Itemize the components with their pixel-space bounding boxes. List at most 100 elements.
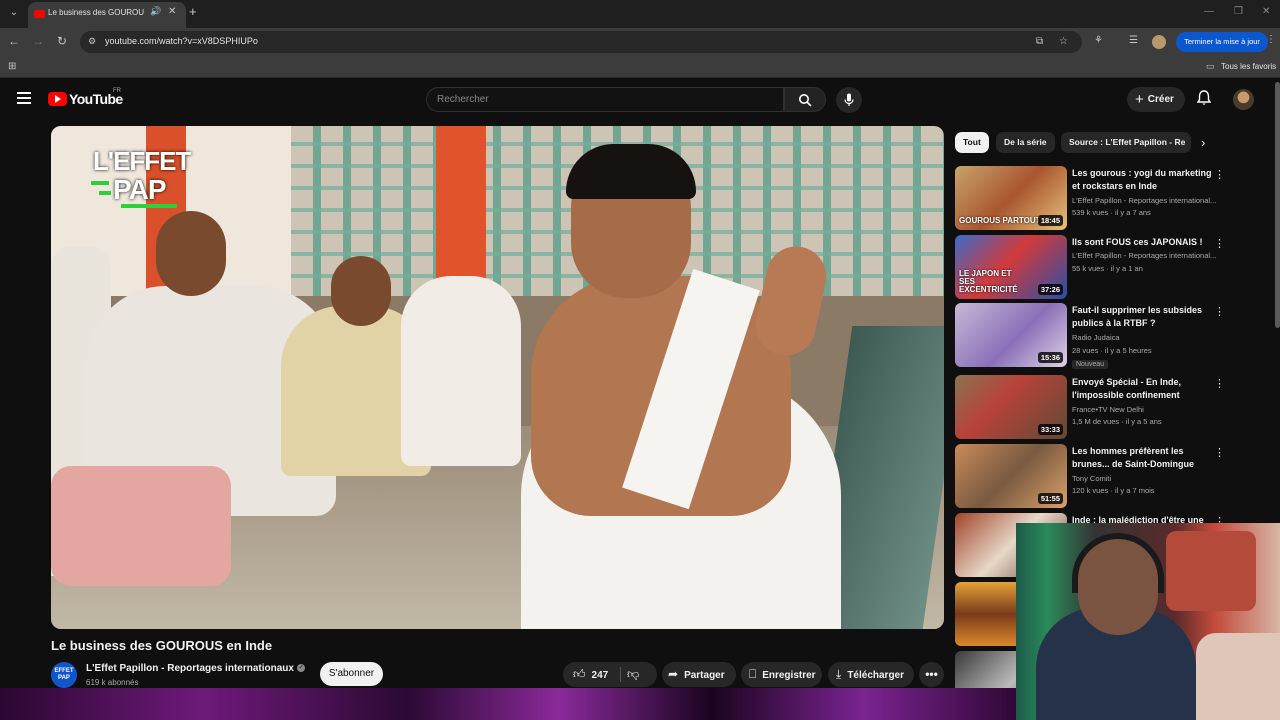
more-options-icon[interactable]: ⋮ [1214,446,1225,459]
like-button[interactable]: 👍︎ 247 [573,662,608,688]
install-app-icon[interactable]: ⧉ [1036,36,1043,47]
plus-icon: + [1135,91,1144,108]
webcam-overlay [1016,523,1280,720]
address-bar[interactable]: ⚙ youtube.com/watch?v=xV8DSPHIUPo ⧉ ☆ [80,31,1082,53]
duration-badge: 18:45 [1037,215,1063,226]
recommendation-title[interactable]: Les hommes préfèrent les brunes... de Sa… [1072,445,1212,471]
more-options-icon[interactable]: ⋮ [1214,377,1225,390]
reload-icon[interactable]: ↻ [54,34,70,48]
browser-tab[interactable]: Le business des GOUROUS 🔊 ✕ [28,2,186,28]
student-face [156,211,226,296]
recommendation-title[interactable]: Les gourous : yogi du marketing et rocks… [1072,167,1212,193]
channel-name[interactable]: L'Effet Papillon - Reportages internatio… [86,663,294,674]
forward-icon[interactable]: → [30,34,46,48]
thumbs-down-icon[interactable]: 👎︎ [627,662,639,687]
apps-grid-icon[interactable]: ⊞ [8,61,16,72]
notifications-bell-icon[interactable] [1196,90,1212,109]
url-text[interactable]: youtube.com/watch?v=xV8DSPHIUPo [105,36,258,46]
divider [620,667,621,682]
recommendation-meta: 539 k vues · il y a 7 ans [1072,208,1151,217]
bookmark-icon: ⎕ [749,667,757,681]
create-button[interactable]: + Créer [1127,87,1185,112]
search-input[interactable]: Rechercher [426,87,784,112]
download-icon: ⤓ [836,667,842,681]
recommendation-item[interactable]: LE JAPON ET SES EXCENTRICITÉ 37:26 Ils s… [955,235,1235,299]
youtube-favicon-icon [34,10,45,18]
save-button[interactable]: ⎕ Enregistrer [741,662,822,687]
download-button[interactable]: ⤓ Télécharger [828,662,914,687]
update-button[interactable]: Terminer la mise à jour [1176,32,1268,52]
more-options-icon[interactable]: ⋮ [1214,305,1225,318]
video-player[interactable]: L'EFFET PAP [51,126,944,629]
browser-menu-icon[interactable]: ⋮ [1266,34,1276,45]
reading-list-icon[interactable]: ☰ [1129,35,1138,46]
video-thumbnail[interactable]: 15:36 [955,303,1067,367]
subscribe-button[interactable]: S'abonner [320,662,383,686]
duration-badge: 37:26 [1037,284,1063,295]
maximize-icon[interactable]: ❐ [1234,6,1243,17]
share-button[interactable]: ➦ Partager [662,662,736,687]
duration-badge: 51:55 [1037,493,1063,504]
recommendation-meta: 1,5 M de vues · il y a 5 ans [1072,417,1162,426]
recommendation-title[interactable]: Envoyé Spécial - En Inde, l'impossible c… [1072,376,1212,402]
menu-icon[interactable] [17,92,31,104]
new-badge: Nouveau [1072,360,1109,369]
all-bookmarks-link[interactable]: Tous les favoris [1221,62,1276,71]
recommendation-title[interactable]: Ils sont FOUS ces JAPONAIS ! [1072,236,1212,249]
bookmark-star-icon[interactable]: ☆ [1059,36,1068,47]
recommendation-channel[interactable]: Radio Judaica [1072,333,1224,342]
site-info-icon[interactable]: ⚙ [88,36,100,48]
watermark-bar [91,181,109,185]
channel-watermark: L'EFFET PAP [91,146,191,214]
chair [1196,633,1280,720]
guru-hair [566,144,696,199]
recommendation-channel[interactable]: L'Effet Papillon - Reportages internatio… [1072,251,1224,260]
minimize-icon[interactable]: — [1204,6,1214,17]
chip-all[interactable]: Tout [955,132,989,153]
recommendation-item[interactable]: 51:55 Les hommes préfèrent les brunes...… [955,444,1235,508]
speaker-icon[interactable]: 🔊 [150,6,161,17]
tab-close-icon[interactable]: ✕ [168,6,176,17]
like-dislike-group: 👍︎ 247 👎︎ [563,662,657,687]
video-thumbnail[interactable]: 51:55 [955,444,1067,508]
search-icon[interactable] [784,87,826,112]
video-thumbnail[interactable]: 33:33 [955,375,1067,439]
student-figure [401,276,521,466]
profile-avatar[interactable] [1152,35,1166,49]
student-face [331,256,391,326]
recommendation-channel[interactable]: France•TV New Delhi [1072,405,1224,414]
chip-series[interactable]: De la série [996,132,1055,153]
window-close-icon[interactable]: ✕ [1262,6,1270,17]
chevron-right-icon[interactable]: › [1201,135,1205,150]
video-thumbnail[interactable]: GOUROUS PARTOUT 18:45 [955,166,1067,230]
more-actions-icon[interactable]: ••• [919,662,944,687]
page-scrollbar[interactable] [1275,82,1280,328]
extensions-icon[interactable]: ⚘ [1094,35,1103,46]
more-options-icon[interactable]: ⋮ [1214,237,1225,250]
duration-badge: 15:36 [1037,352,1063,363]
verified-check-icon: ✓ [297,664,305,672]
recommendation-item[interactable]: 15:36 Faut-il supprimer les subsides pub… [955,303,1235,369]
recommendation-channel[interactable]: L'Effet Papillon - Reportages internatio… [1072,196,1224,205]
region-code: FR [113,88,121,94]
tab-search-icon[interactable]: ⌄ [6,5,22,21]
recommendation-item[interactable]: GOUROUS PARTOUT 18:45 Les gourous : yogi… [955,166,1235,230]
recommendation-title[interactable]: Faut-il supprimer les subsides publics à… [1072,304,1212,330]
bookmarks-bar: ⊞ ▭ Tous les favoris [0,56,1280,78]
new-tab-icon[interactable]: + [189,4,197,19]
video-thumbnail[interactable]: LE JAPON ET SES EXCENTRICITÉ 37:26 [955,235,1067,299]
duration-badge: 33:33 [1037,424,1063,435]
channel-avatar[interactable]: EFFET PAP [51,662,77,688]
browser-toolbar: ← → ↻ ⚙ youtube.com/watch?v=xV8DSPHIUPo … [0,28,1280,56]
more-options-icon[interactable]: ⋮ [1214,168,1225,181]
share-arrow-icon: ➦ [668,667,679,681]
microphone-icon[interactable] [836,87,862,113]
back-icon[interactable]: ← [6,34,22,48]
chip-source[interactable]: Source : L'Effet Papillon - Re [1061,132,1191,153]
recommendation-channel[interactable]: Tony Comiti [1072,474,1224,483]
user-avatar[interactable] [1233,89,1254,110]
video-title: Le business des GOUROUS en Inde [51,638,273,653]
decorative-background-strip [0,688,1016,720]
recommendation-item[interactable]: 33:33 Envoyé Spécial - En Inde, l'imposs… [955,375,1235,439]
subscriber-count: 619 k abonnés [86,678,139,687]
